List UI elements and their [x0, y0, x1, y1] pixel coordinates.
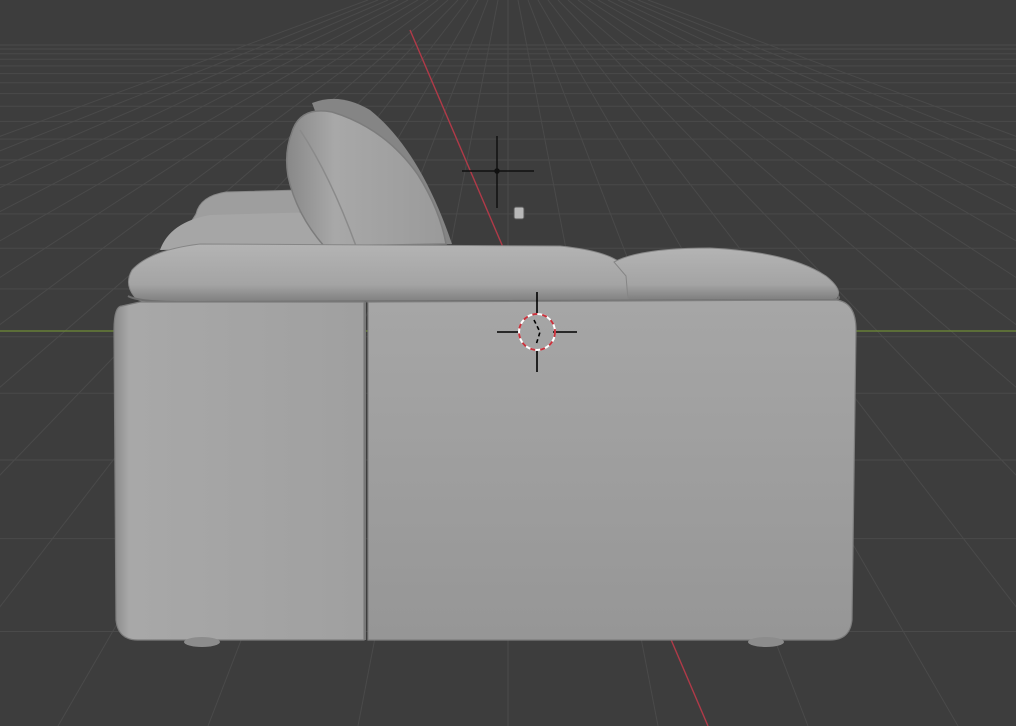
3d-viewport[interactable] — [0, 0, 1016, 726]
sofa-foot-left — [184, 637, 220, 647]
viewport-canvas[interactable] — [0, 0, 1016, 726]
plain-axes-icon[interactable] — [462, 136, 534, 208]
sofa-base-left — [113, 301, 365, 641]
sofa-foot-right — [748, 637, 784, 647]
sofa-base-right — [367, 299, 857, 641]
light-icon[interactable] — [513, 206, 525, 220]
seat-cushion-main — [128, 243, 629, 303]
sofa-mesh[interactable] — [113, 98, 857, 647]
